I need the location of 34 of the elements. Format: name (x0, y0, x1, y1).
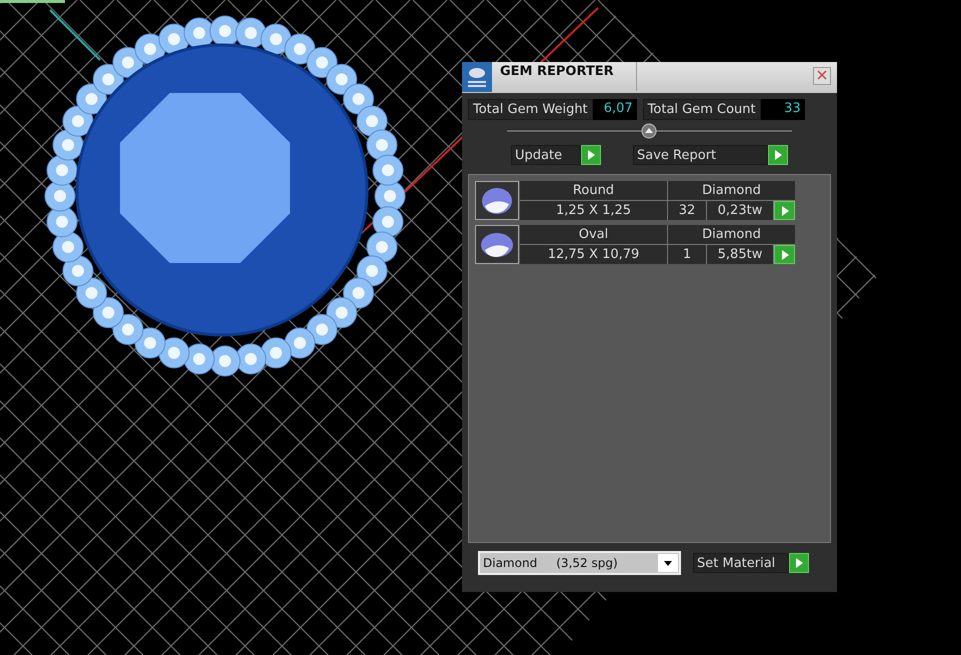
material-dropdown[interactable]: Diamond (3,52 spg) (478, 551, 681, 575)
total-label: Total Gem Count (642, 99, 761, 120)
gem-weight: 0,23tw (707, 201, 773, 220)
action-button[interactable]: Save Report (633, 145, 768, 165)
gem-size: 1,25 X 1,25 (520, 201, 667, 220)
gem-shape: Oval (520, 225, 667, 244)
play-icon (774, 150, 782, 160)
set-material-button[interactable]: Set Material (693, 553, 789, 573)
total-value: 6,07 (592, 99, 637, 120)
window-title: GEM REPORTER (492, 62, 637, 91)
total-label: Total Gem Weight (468, 99, 593, 120)
gem-count: 32 (668, 201, 706, 220)
run-button[interactable] (581, 145, 601, 165)
gem-material: Diamond (668, 181, 795, 200)
caret-icon (664, 560, 672, 566)
play-icon (795, 558, 803, 568)
run-button[interactable] (774, 245, 795, 264)
gem-shape: Round (520, 181, 667, 200)
action-button[interactable]: Update (511, 145, 581, 165)
gem-size: 12,75 X 10,79 (520, 245, 667, 264)
close-icon (817, 70, 827, 80)
gem-count: 1 (668, 245, 706, 264)
run-button[interactable] (789, 553, 809, 573)
run-button[interactable] (768, 145, 788, 165)
play-icon (780, 250, 788, 260)
play-icon (587, 150, 595, 160)
run-button[interactable] (774, 201, 795, 220)
play-icon (780, 206, 788, 216)
close-button[interactable] (813, 67, 831, 85)
app-icon (462, 62, 492, 92)
gem-weight: 5,85tw (707, 245, 773, 264)
total-value: 33 (760, 99, 805, 120)
gem-material: Diamond (668, 225, 795, 244)
splitter-handle[interactable] (507, 123, 792, 139)
